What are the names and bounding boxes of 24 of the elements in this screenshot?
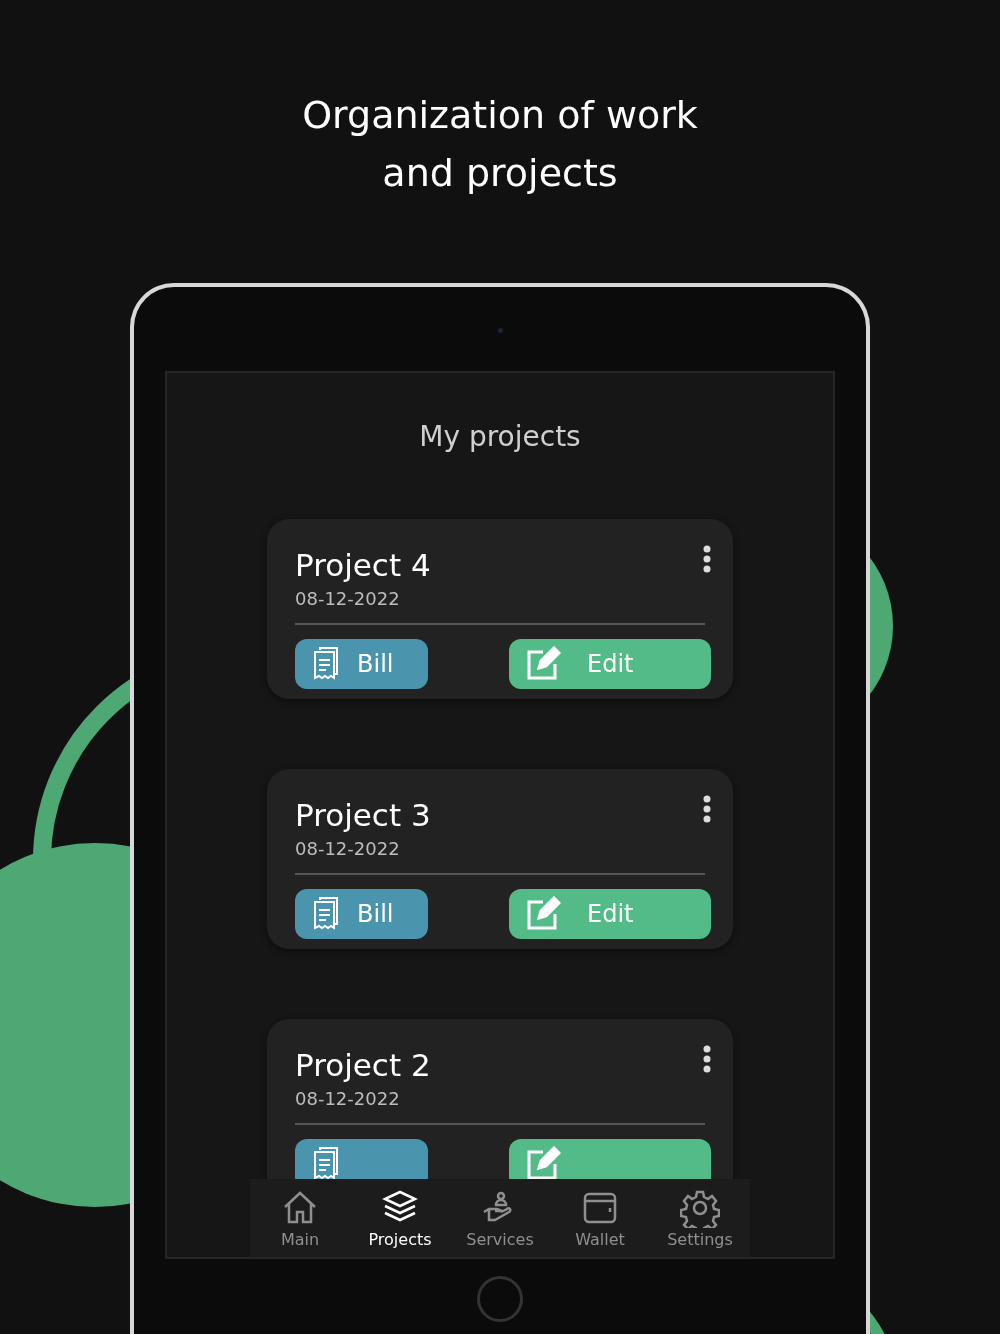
edit-icon [525, 896, 561, 932]
bill-button[interactable]: Bill [295, 639, 428, 689]
edit-icon [525, 646, 561, 682]
screen-title: My projects [419, 419, 581, 455]
edit-icon [525, 1146, 561, 1179]
project-name: Project 4 [295, 546, 431, 585]
headline: and projects [382, 150, 618, 197]
nav-tab[interactable]: Settings [650, 1179, 750, 1257]
project-date: 08-12-2022 [295, 587, 401, 611]
project-date: 08-12-2022 [295, 1087, 401, 1111]
project-name: Project 3 [295, 796, 431, 835]
bill-button[interactable]: Bill [295, 889, 428, 939]
more-icon[interactable] [703, 1045, 711, 1073]
nav-tab[interactable]: Wallet [550, 1179, 650, 1257]
camera-dot [497, 328, 503, 333]
nav-tab[interactable]: Projects [350, 1179, 450, 1257]
more-icon[interactable] [703, 545, 711, 573]
headline: Organization of work [302, 92, 698, 139]
nav-tab[interactable]: Services [450, 1179, 550, 1257]
nav-tab[interactable]: Main [250, 1179, 350, 1257]
project-date: 08-12-2022 [295, 837, 401, 861]
bill-button[interactable] [295, 1139, 428, 1179]
project-name: Project 2 [295, 1046, 431, 1085]
more-icon[interactable] [703, 795, 711, 823]
